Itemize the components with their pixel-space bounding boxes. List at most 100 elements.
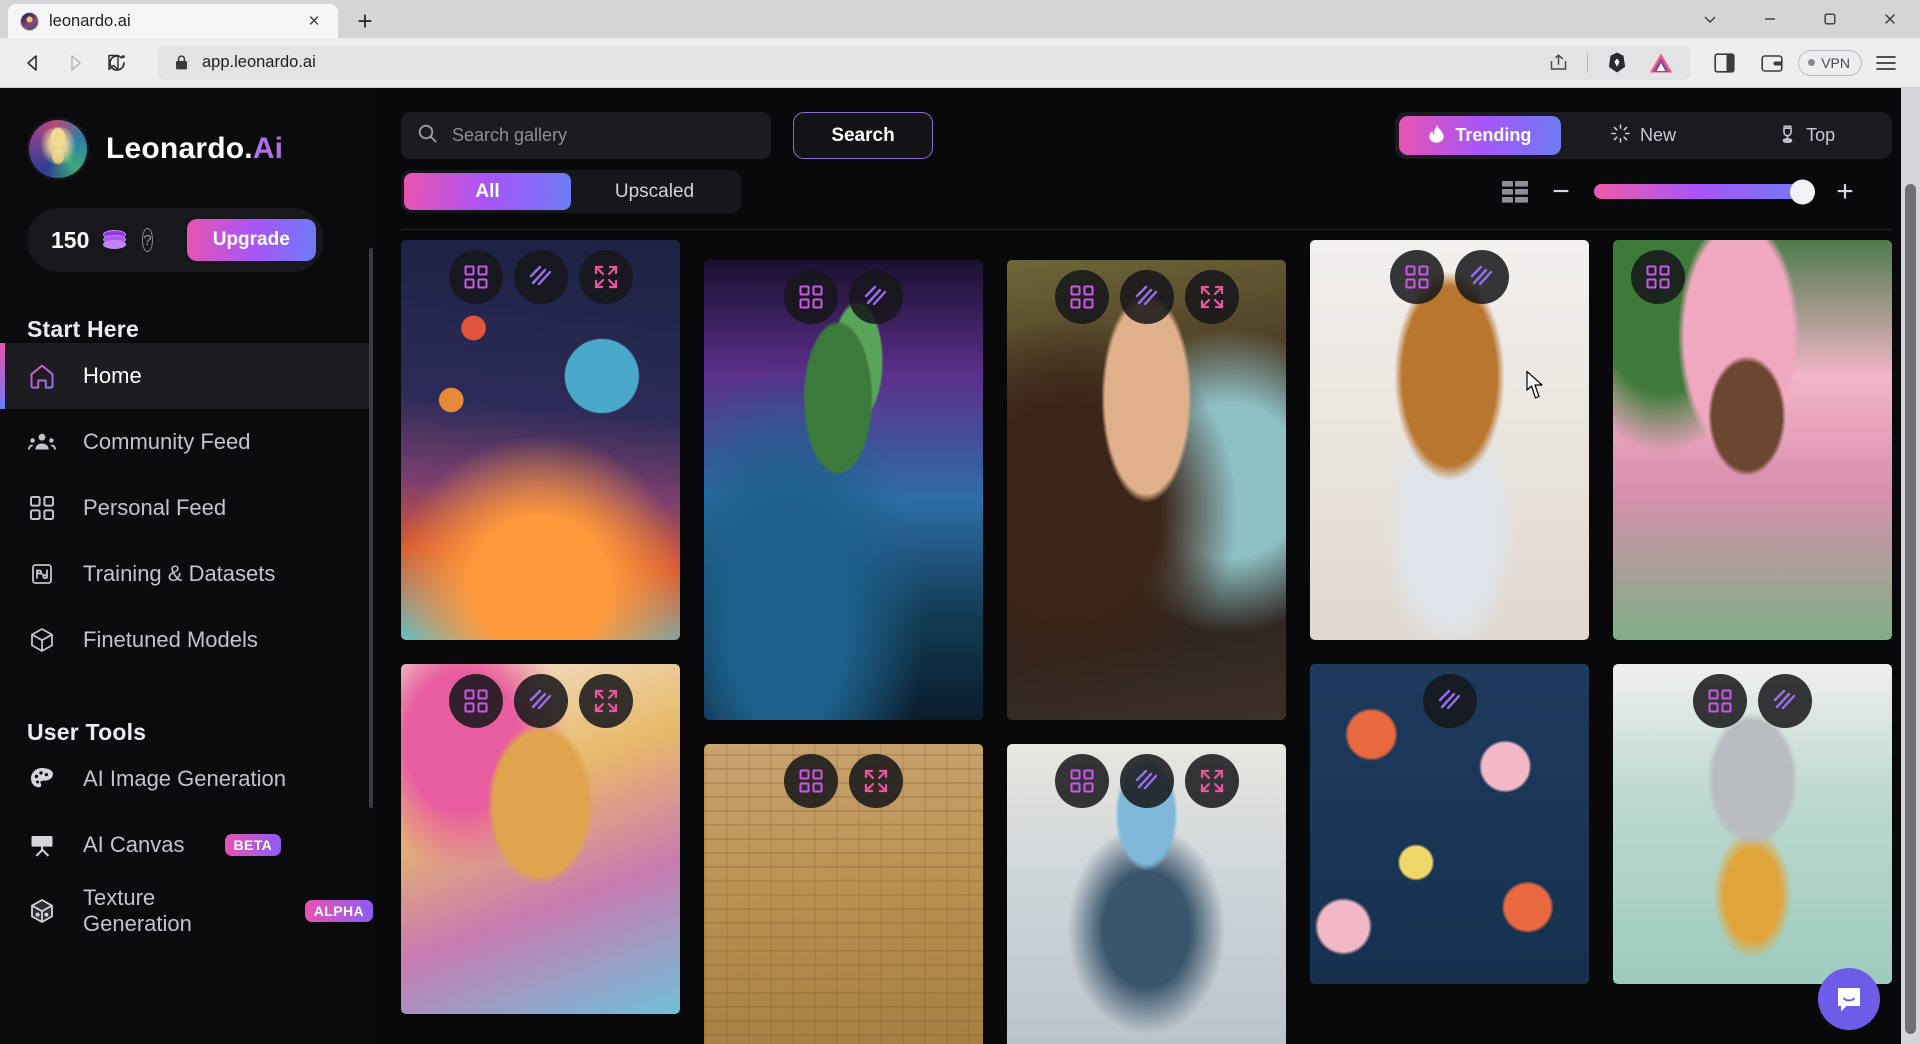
- zoom-out-button[interactable]: −: [1550, 176, 1572, 207]
- tab-all[interactable]: All: [404, 173, 571, 210]
- brand-name: Leonardo.Ai: [106, 132, 283, 166]
- sort-button-top[interactable]: Top: [1726, 116, 1888, 155]
- gallery-card[interactable]: [1007, 744, 1286, 1044]
- app-viewport: Leonardo.Ai 150 ? Upgrade Start Here Hom: [0, 88, 1920, 1044]
- search-icon: [417, 123, 438, 149]
- sidebar-item-ai-image-generation[interactable]: AI Image Generation: [0, 746, 373, 812]
- window-close-button[interactable]: [1860, 0, 1920, 38]
- brave-triangle-icon[interactable]: [1646, 48, 1676, 78]
- sidebar-item-label: Training & Datasets: [83, 561, 276, 586]
- grid-density-icon[interactable]: [1502, 180, 1528, 203]
- hamburger-menu-icon[interactable]: [1866, 44, 1906, 82]
- sidebar-item-ai-canvas[interactable]: AI Canvas BETA: [0, 812, 373, 878]
- back-icon[interactable]: [14, 44, 52, 82]
- brave-lion-icon[interactable]: [1602, 48, 1632, 78]
- sidebar-item-home[interactable]: Home: [0, 343, 373, 409]
- grid-zoom-controls: − +: [1502, 176, 1892, 207]
- sidebar-item-community-feed[interactable]: Community Feed: [0, 409, 373, 475]
- motion-lines-icon[interactable]: [1758, 674, 1812, 728]
- sort-button-new[interactable]: New: [1563, 116, 1725, 155]
- expand-arrows-icon[interactable]: [578, 250, 633, 304]
- gallery-card[interactable]: [1310, 240, 1589, 640]
- address-bar[interactable]: app.leonardo.ai: [107, 45, 1691, 80]
- tab-upscaled[interactable]: Upscaled: [571, 173, 738, 210]
- app-sidebar: Leonardo.Ai 150 ? Upgrade Start Here Hom: [0, 88, 373, 1044]
- wallet-icon[interactable]: [1750, 44, 1794, 82]
- motion-lines-icon[interactable]: [1455, 250, 1509, 304]
- sort-button-trending[interactable]: Trending: [1399, 116, 1561, 155]
- gallery-image: [704, 260, 983, 720]
- gallery-toolbar: Search Trending: [373, 88, 1920, 230]
- window-minimize-button[interactable]: [1740, 0, 1800, 38]
- gallery-card[interactable]: [1613, 240, 1892, 640]
- sidebar-item-personal-feed[interactable]: Personal Feed: [0, 475, 373, 541]
- gallery-card[interactable]: [704, 260, 983, 720]
- upgrade-button[interactable]: Upgrade: [186, 219, 316, 261]
- url-text: app.leonardo.ai: [202, 53, 316, 71]
- remix-grid-icon[interactable]: [1390, 250, 1444, 304]
- motion-lines-icon[interactable]: [513, 250, 568, 304]
- tab-close-icon[interactable]: ×: [302, 9, 326, 33]
- sidebar-item-label: Community Feed: [83, 429, 251, 454]
- vpn-status-button[interactable]: VPN: [1798, 49, 1862, 76]
- remix-grid-icon[interactable]: [1631, 250, 1685, 304]
- gallery-card[interactable]: [1007, 260, 1286, 720]
- gallery-card[interactable]: [1310, 664, 1589, 984]
- question-mark-icon[interactable]: ?: [142, 228, 153, 252]
- motion-lines-icon[interactable]: [849, 270, 903, 324]
- search-button[interactable]: Search: [793, 112, 933, 159]
- card-action-bar: [1310, 674, 1589, 728]
- sidebar-panel-icon[interactable]: [1702, 44, 1746, 82]
- remix-grid-icon[interactable]: [448, 250, 503, 304]
- zoom-slider-knob[interactable]: [1790, 179, 1815, 204]
- expand-arrows-icon[interactable]: [578, 674, 633, 728]
- sidebar-item-label: Finetuned Models: [83, 627, 258, 652]
- zoom-slider[interactable]: [1594, 179, 1815, 204]
- cube-icon: [27, 625, 57, 655]
- chat-bubble-icon[interactable]: [1818, 968, 1880, 1030]
- browser-tab[interactable]: leonardo.ai ×: [8, 4, 338, 38]
- lock-icon: [172, 48, 190, 78]
- gallery-card[interactable]: [704, 744, 983, 1044]
- browser-window: leonardo.ai × + app.leonardo.ai VPN Leon…: [0, 0, 1920, 1044]
- search-input[interactable]: [452, 125, 755, 146]
- brand-logo-block[interactable]: Leonardo.Ai: [0, 106, 373, 180]
- zoom-in-button[interactable]: +: [1834, 176, 1856, 207]
- sidebar-item-finetuned-models[interactable]: Finetuned Models: [0, 607, 373, 673]
- gallery-card[interactable]: [1613, 664, 1892, 984]
- search-field-wrapper[interactable]: [401, 112, 771, 159]
- window-controls: [1680, 0, 1920, 38]
- remix-grid-icon[interactable]: [784, 270, 838, 324]
- tab-search-chevron-icon[interactable]: [1680, 0, 1740, 38]
- page-scrollbar-thumb[interactable]: [1905, 184, 1916, 1034]
- expand-arrows-icon[interactable]: [1184, 270, 1239, 324]
- gallery-card[interactable]: [401, 240, 680, 640]
- easel-icon: [27, 830, 57, 860]
- new-tab-button[interactable]: +: [342, 4, 388, 38]
- card-action-bar: [704, 754, 983, 808]
- window-maximize-button[interactable]: [1800, 0, 1860, 38]
- remix-grid-icon[interactable]: [784, 754, 838, 808]
- motion-lines-icon[interactable]: [513, 674, 568, 728]
- sort-toggle-group: Trending New Top: [1395, 112, 1892, 159]
- expand-arrows-icon[interactable]: [849, 754, 903, 808]
- motion-lines-icon[interactable]: [1119, 270, 1174, 324]
- sidebar-item-texture-generation[interactable]: Texture Generation ALPHA: [0, 878, 373, 944]
- share-icon[interactable]: [1543, 48, 1573, 78]
- sidebar-item-label: AI Canvas: [83, 832, 185, 857]
- expand-arrows-icon[interactable]: [1184, 754, 1239, 808]
- sidebar-item-label: Personal Feed: [83, 495, 227, 520]
- gallery-card[interactable]: [401, 664, 680, 1014]
- bookmark-icon[interactable]: [98, 48, 128, 78]
- remix-grid-icon[interactable]: [448, 674, 503, 728]
- card-action-bar: [704, 270, 983, 324]
- forward-icon: [56, 44, 94, 82]
- page-scrollbar-track[interactable]: [1901, 88, 1920, 1044]
- motion-lines-icon[interactable]: [1119, 754, 1174, 808]
- motion-lines-icon[interactable]: [1422, 674, 1477, 728]
- sidebar-item-training-datasets[interactable]: Training & Datasets: [0, 541, 373, 607]
- remix-grid-icon[interactable]: [1054, 270, 1109, 324]
- tab-title: leonardo.ai: [49, 11, 131, 30]
- remix-grid-icon[interactable]: [1054, 754, 1109, 808]
- remix-grid-icon[interactable]: [1693, 674, 1747, 728]
